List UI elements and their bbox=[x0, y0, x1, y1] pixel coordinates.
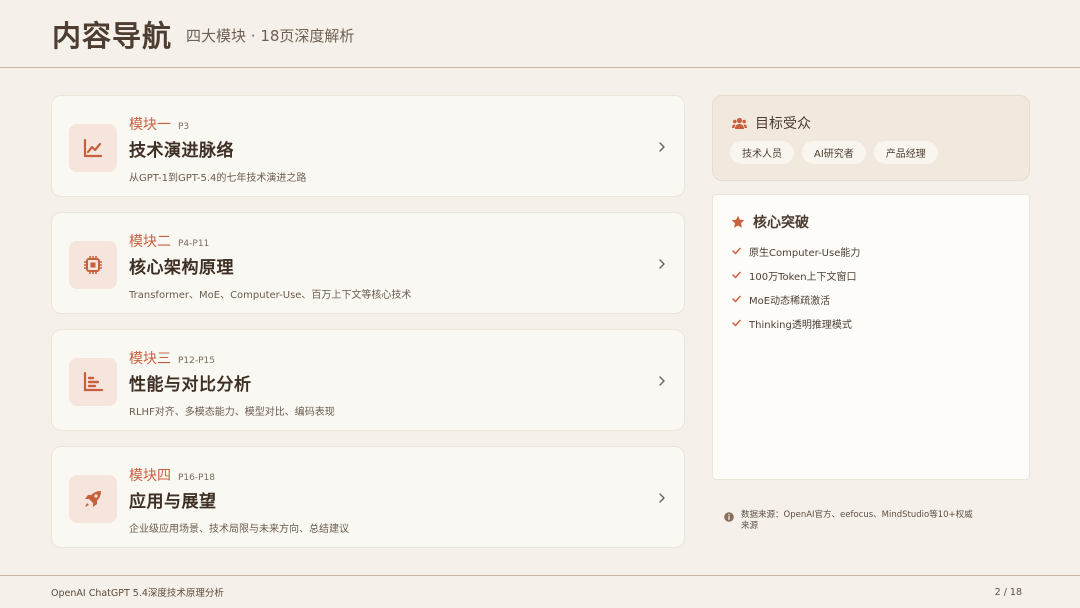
chevron-right-icon bbox=[659, 493, 665, 503]
breakthrough-item: 原生Computer-Use能力 bbox=[749, 247, 861, 259]
module-label: 模块四 bbox=[129, 468, 171, 484]
target-audience-panel: 目标受众 技术人员 AI研究者 产品经理 bbox=[712, 95, 1030, 181]
audience-title: 目标受众 bbox=[755, 116, 811, 132]
rocket-icon bbox=[69, 475, 117, 523]
chip-icon bbox=[69, 241, 117, 289]
module-card-3[interactable]: 模块三 P12-P15 性能与对比分析 RLHF对齐、多模态能力、模型对比、编码… bbox=[51, 329, 685, 431]
chevron-right-icon bbox=[659, 259, 665, 269]
check-icon bbox=[732, 271, 741, 279]
audience-tag: 产品经理 bbox=[873, 141, 938, 164]
module-label: 模块一 bbox=[129, 117, 171, 133]
page-footer: OpenAI ChatGPT 5.4深度技术原理分析 2 / 18 bbox=[0, 575, 1080, 608]
module-desc: 企业级应用场景、技术局限与未来方向、总结建议 bbox=[129, 524, 349, 535]
source-text: 数据来源：OpenAI官方、eefocus、MindStudio等10+权威来源 bbox=[741, 510, 973, 531]
breakthrough-item: 100万Token上下文窗口 bbox=[749, 271, 857, 283]
chevron-right-icon bbox=[659, 376, 665, 386]
breakthrough-item: MoE动态稀疏激活 bbox=[749, 295, 831, 307]
chevron-right-icon bbox=[659, 142, 665, 152]
module-desc: Transformer、MoE、Computer-Use、百万上下文等核心技术 bbox=[129, 290, 412, 301]
page-title: 内容导航 bbox=[52, 18, 173, 53]
module-label: 模块三 bbox=[129, 351, 171, 367]
list-item: 原生Computer-Use能力 bbox=[732, 239, 860, 263]
core-breakthrough-panel: 核心突破 原生Computer-Use能力 100万Token上下文窗口 MoE… bbox=[712, 194, 1030, 480]
module-label: 模块二 bbox=[129, 234, 171, 250]
line-chart-icon bbox=[69, 124, 117, 172]
module-card-1[interactable]: 模块一 P3 技术演进脉络 从GPT-1到GPT-5.4的七年技术演进之路 bbox=[51, 95, 685, 197]
page-number: 2 / 18 bbox=[994, 586, 1022, 598]
star-icon bbox=[731, 215, 745, 228]
users-icon bbox=[732, 117, 747, 129]
module-pages: P12-P15 bbox=[178, 356, 216, 366]
list-item: MoE动态稀疏激活 bbox=[732, 287, 860, 311]
check-icon bbox=[732, 247, 741, 255]
module-name: 性能与对比分析 bbox=[129, 375, 252, 395]
list-item: Thinking透明推理模式 bbox=[732, 311, 860, 335]
module-card-4[interactable]: 模块四 P16-P18 应用与展望 企业级应用场景、技术局限与未来方向、总结建议 bbox=[51, 446, 685, 548]
module-list: 模块一 P3 技术演进脉络 从GPT-1到GPT-5.4的七年技术演进之路 模块… bbox=[51, 95, 685, 563]
page-subtitle: 四大模块 · 18页深度解析 bbox=[186, 27, 355, 45]
data-source-note: 数据来源：OpenAI官方、eefocus、MindStudio等10+权威来源 bbox=[724, 510, 984, 532]
footer-title: OpenAI ChatGPT 5.4深度技术原理分析 bbox=[51, 588, 224, 599]
module-pages: P4-P11 bbox=[178, 239, 210, 249]
module-name: 核心架构原理 bbox=[129, 258, 234, 278]
module-name: 技术演进脉络 bbox=[129, 141, 234, 161]
list-item: 100万Token上下文窗口 bbox=[732, 263, 860, 287]
audience-tag: 技术人员 bbox=[730, 141, 794, 164]
module-card-2[interactable]: 模块二 P4-P11 核心架构原理 Transformer、MoE、Comput… bbox=[51, 212, 685, 314]
breakthrough-title: 核心突破 bbox=[753, 215, 809, 231]
module-pages: P16-P18 bbox=[178, 473, 216, 483]
info-icon bbox=[724, 512, 734, 522]
page-header: 内容导航 四大模块 · 18页深度解析 bbox=[0, 0, 1080, 68]
check-icon bbox=[732, 319, 741, 327]
breakthrough-item: Thinking透明推理模式 bbox=[749, 319, 852, 331]
module-desc: 从GPT-1到GPT-5.4的七年技术演进之路 bbox=[129, 173, 307, 184]
audience-tag: AI研究者 bbox=[802, 141, 866, 164]
bar-chart-icon bbox=[69, 358, 117, 406]
module-name: 应用与展望 bbox=[129, 492, 217, 512]
module-desc: RLHF对齐、多模态能力、模型对比、编码表现 bbox=[129, 407, 335, 418]
module-pages: P3 bbox=[178, 122, 190, 132]
check-icon bbox=[732, 295, 741, 303]
